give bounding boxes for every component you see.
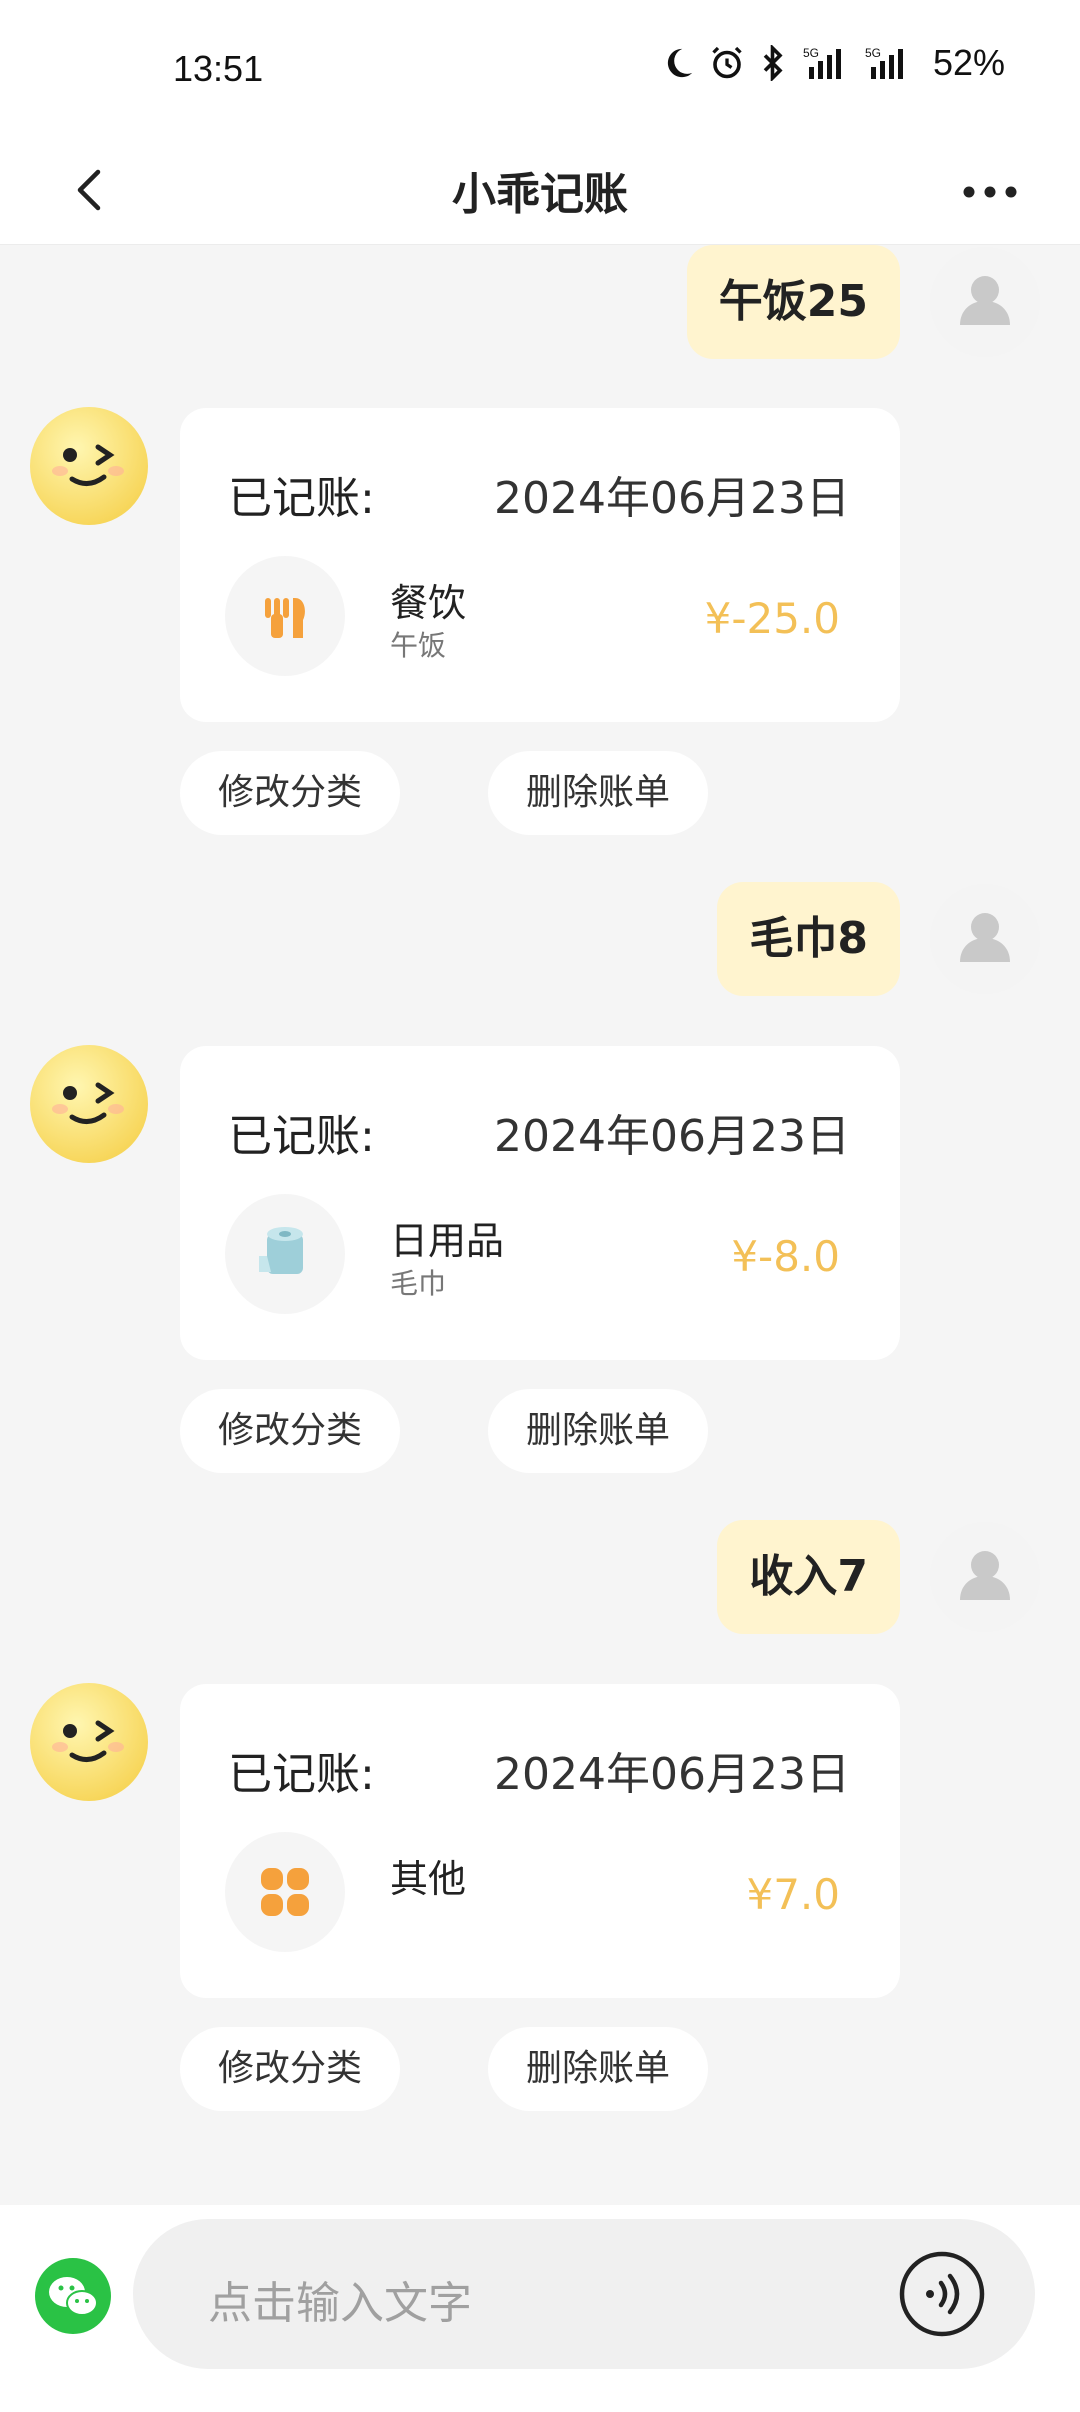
app-header: 小乖记账 xyxy=(0,140,1080,245)
bot-avatar[interactable] xyxy=(30,1683,148,1801)
more-button[interactable] xyxy=(955,162,1025,222)
user-message: 午饭25 xyxy=(686,245,900,359)
record-date: 2024年06月23日 xyxy=(494,1749,850,1800)
wechat-icon xyxy=(49,2277,98,2316)
svg-text:5G: 5G xyxy=(803,46,819,60)
category-name: 其他 xyxy=(390,1857,467,1901)
wink-emoji-icon xyxy=(52,444,124,486)
user-avatar[interactable] xyxy=(930,247,1040,357)
voice-icon xyxy=(899,2251,985,2337)
record-label: 已记账: xyxy=(228,1111,375,1162)
moon-icon xyxy=(661,46,695,80)
category-name: 日用品 xyxy=(390,1219,505,1263)
5g-signal-icon: 5G xyxy=(865,45,913,81)
record-label: 已记账: xyxy=(228,473,375,524)
category-name: 餐饮 xyxy=(390,581,467,625)
5g-signal-icon: 5G xyxy=(803,45,851,81)
more-dots-icon xyxy=(963,186,1017,198)
user-avatar[interactable] xyxy=(930,884,1040,994)
record-amount: ¥7.0 xyxy=(746,1870,840,1919)
record-note: 午饭 xyxy=(390,629,447,662)
category-icon-wrap xyxy=(225,1832,345,1952)
bot-avatar[interactable] xyxy=(30,407,148,525)
user-avatar[interactable] xyxy=(930,1522,1040,1632)
record-card[interactable]: 已记账: 2024年06月23日 其他 ¥7.0 xyxy=(180,1684,900,1998)
fork-knife-icon xyxy=(265,598,305,638)
input-placeholder: 点击输入文字 xyxy=(208,2278,472,2329)
record-amount: ¥-8.0 xyxy=(731,1232,840,1281)
edit-category-button[interactable]: 修改分类 xyxy=(180,751,400,835)
bluetooth-icon xyxy=(759,45,789,81)
record-date: 2024年06月23日 xyxy=(494,1111,850,1162)
delete-bill-button[interactable]: 删除账单 xyxy=(488,751,708,835)
delete-bill-button[interactable]: 删除账单 xyxy=(488,2027,708,2111)
edit-category-button[interactable]: 修改分类 xyxy=(180,2027,400,2111)
svg-text:5G: 5G xyxy=(865,46,881,60)
text-input[interactable]: 点击输入文字 xyxy=(133,2219,1035,2369)
chat-area[interactable]: 午饭25 已记账: 2024年06月23日 餐饮 午饭 ¥-25.0 修改分类 … xyxy=(0,245,1080,2205)
person-icon xyxy=(960,913,1010,962)
user-message: 毛巾8 xyxy=(717,882,900,996)
person-icon xyxy=(960,1551,1010,1600)
record-label: 已记账: xyxy=(228,1749,375,1800)
input-bar: 点击输入文字 xyxy=(0,2205,1080,2412)
category-icon-wrap xyxy=(225,1194,345,1314)
record-card[interactable]: 已记账: 2024年06月23日 餐饮 午饭 ¥-25.0 xyxy=(180,408,900,722)
wechat-button[interactable] xyxy=(35,2258,111,2334)
record-date: 2024年06月23日 xyxy=(494,473,850,524)
user-message: 收入7 xyxy=(717,1520,900,1634)
status-bar: 13:51 5G 5G 52% xyxy=(0,0,1080,140)
status-icons: 5G 5G 52% xyxy=(661,42,1005,84)
record-note: 毛巾 xyxy=(390,1267,447,1300)
person-icon xyxy=(960,276,1010,325)
delete-bill-button[interactable]: 删除账单 xyxy=(488,1389,708,1473)
bot-avatar[interactable] xyxy=(30,1045,148,1163)
battery-level: 52% xyxy=(932,42,1005,83)
wink-emoji-icon xyxy=(52,1082,124,1124)
record-card[interactable]: 已记账: 2024年06月23日 日用品 毛巾 ¥-8.0 xyxy=(180,1046,900,1360)
category-icon-wrap xyxy=(225,556,345,676)
tissue-roll-icon xyxy=(259,1227,303,1274)
page-title: 小乖记账 xyxy=(452,169,628,220)
record-amount: ¥-25.0 xyxy=(704,594,840,643)
grid-icon xyxy=(261,1868,309,1916)
status-time: 13:51 xyxy=(173,48,264,89)
alarm-icon xyxy=(709,45,745,81)
voice-button[interactable] xyxy=(897,2249,987,2339)
wink-emoji-icon xyxy=(52,1720,124,1762)
edit-category-button[interactable]: 修改分类 xyxy=(180,1389,400,1473)
